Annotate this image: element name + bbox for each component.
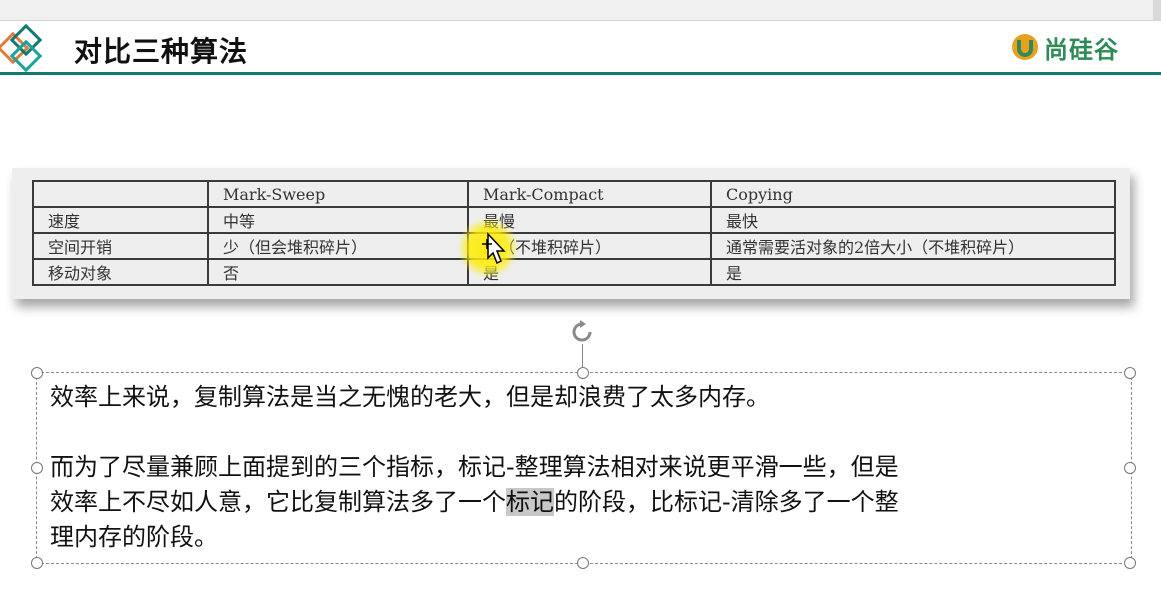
- logo-text: 尚硅谷: [1044, 35, 1119, 64]
- comparison-table: Mark-Sweep Mark-Compact Copying 速度 中等 最慢…: [32, 180, 1116, 286]
- resize-handle-sw[interactable]: [31, 557, 43, 569]
- table-cell: 移动对象: [32, 258, 209, 286]
- header-divider: [0, 72, 1161, 75]
- top-toolbar-strip: [0, 0, 1161, 21]
- table-cell: 通常需要活对象的2倍大小（不堆积碎片）: [710, 232, 1116, 260]
- slide-title: 对比三种算法: [74, 35, 249, 68]
- text-segment: 的阶段，比标记-清除多了一个整: [554, 488, 899, 516]
- resize-handle-n[interactable]: [577, 367, 589, 379]
- paragraph-efficiency: 效率上来说，复制算法是当之无愧的老大，但是却浪费了太多内存。: [50, 383, 770, 411]
- resize-handle-nw[interactable]: [31, 367, 43, 379]
- paragraph-compact-line3: 理内存的阶段。: [50, 523, 218, 551]
- table-cell: 是: [710, 258, 1116, 286]
- shangguigu-logo-icon: [1012, 34, 1038, 60]
- table-header-cell: Mark-Sweep: [207, 180, 469, 208]
- resize-handle-ne[interactable]: [1124, 367, 1136, 379]
- table-row: 空间开销 少（但会堆积碎片） 少（不堆积碎片） 通常需要活对象的2倍大小（不堆积…: [32, 232, 1116, 260]
- brand-logo: 尚硅谷: [1010, 30, 1119, 64]
- table-header-row: Mark-Sweep Mark-Compact Copying: [32, 180, 1116, 208]
- resize-handle-se[interactable]: [1124, 557, 1136, 569]
- rotate-handle-icon[interactable]: [568, 318, 598, 348]
- diamonds-logo-icon: [0, 24, 43, 72]
- toolbar-edge: [1153, 0, 1161, 20]
- resize-handle-w[interactable]: [31, 462, 43, 474]
- table-cell: 中等: [207, 206, 469, 234]
- table-cell: 否: [207, 258, 469, 286]
- table-row: 速度 中等 最慢 最快: [32, 206, 1116, 234]
- table-header-cell: Copying: [710, 180, 1116, 208]
- text-segment: 效率上不尽如人意，它比复制算法多了一个: [50, 488, 506, 516]
- paragraph-compact-line1: 而为了尽量兼顾上面提到的三个指标，标记-整理算法相对来说更平滑一些，但是: [50, 453, 899, 481]
- table-cell: 少（但会堆积碎片）: [207, 232, 469, 260]
- table-cell: 最快: [710, 206, 1116, 234]
- comparison-table-image[interactable]: Mark-Sweep Mark-Compact Copying 速度 中等 最慢…: [12, 168, 1130, 299]
- table-cell: 空间开销: [32, 232, 209, 260]
- table-row: 移动对象 否 是 是: [32, 258, 1116, 286]
- table-cell: 速度: [32, 206, 209, 234]
- move-cursor-icon: [482, 232, 506, 265]
- highlighted-text: 标记: [506, 488, 554, 516]
- resize-handle-e[interactable]: [1124, 462, 1136, 474]
- resize-handle-s[interactable]: [577, 557, 589, 569]
- table-header-cell: [32, 180, 209, 208]
- paragraph-compact-line2: 效率上不尽如人意，它比复制算法多了一个标记的阶段，比标记-清除多了一个整: [50, 485, 1110, 520]
- table-header-cell: Mark-Compact: [467, 180, 712, 208]
